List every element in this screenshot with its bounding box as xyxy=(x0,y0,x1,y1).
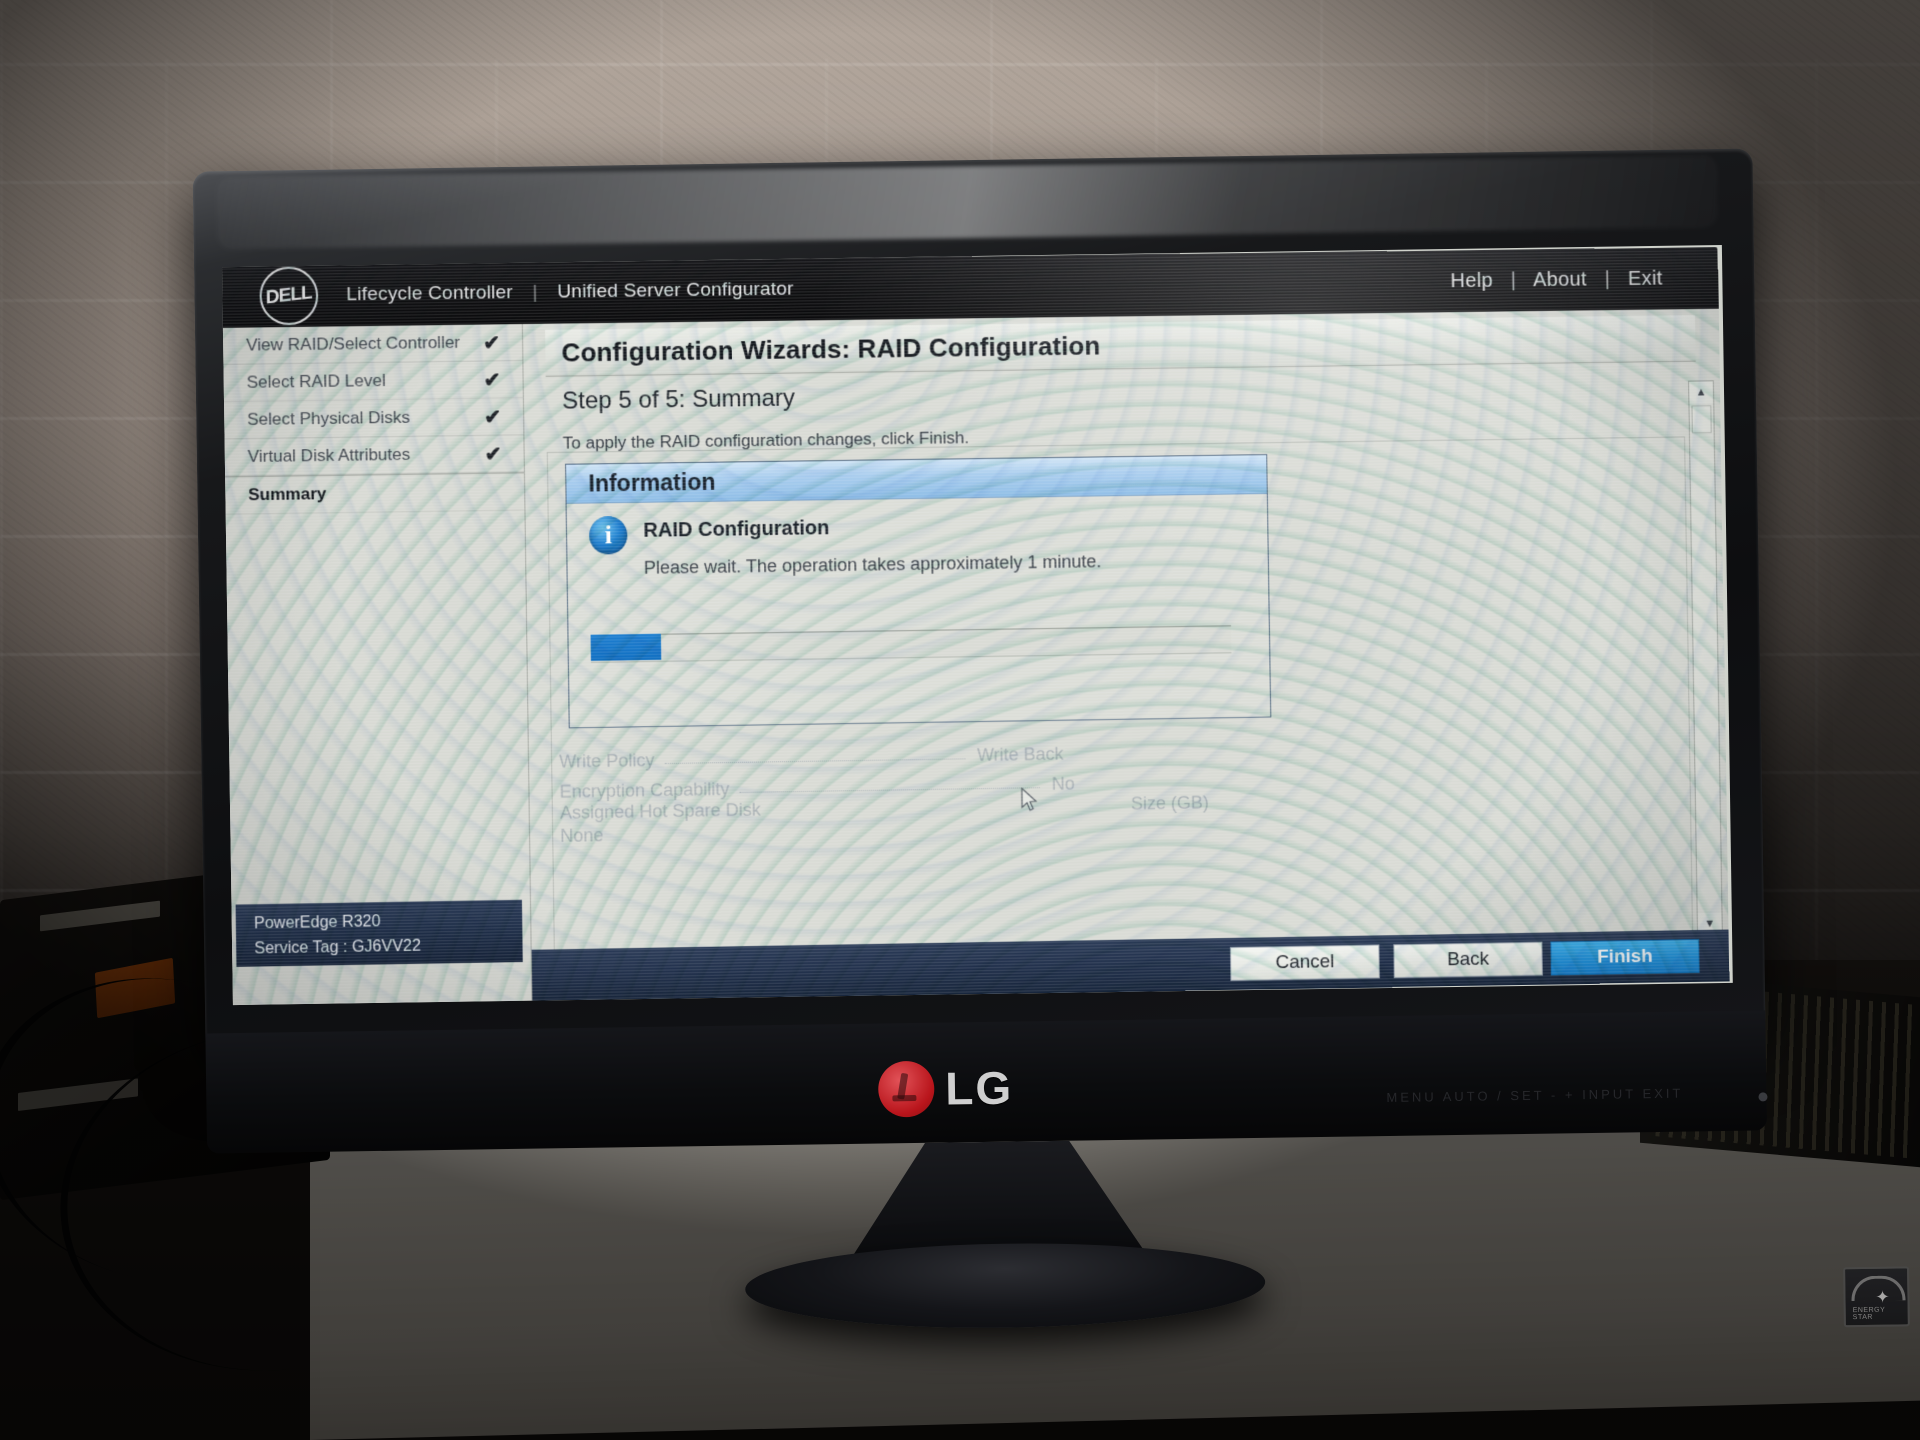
system-info-panel: PowerEdge R320 Service Tag : GJ6VV22 xyxy=(235,899,523,967)
leader-dots xyxy=(664,758,966,764)
power-led-indicator xyxy=(1758,1092,1768,1102)
sidebar-item-label: Virtual Disk Attributes xyxy=(247,444,411,467)
scrollbar-thumb[interactable] xyxy=(1691,405,1712,434)
header-links: Help | About | Exit xyxy=(1450,267,1662,293)
dell-lifecycle-controller-ui: DELL Lifecycle Controller | Unified Serv… xyxy=(222,247,1730,1006)
wizard-step-list: View RAID/Select Controller ✔ Select RAI… xyxy=(222,324,525,515)
wizard-content: Configuration Wizards: RAID Configuratio… xyxy=(522,308,1730,1003)
operation-message: Please wait. The operation takes approxi… xyxy=(643,551,1102,578)
dell-logo-text: DELL xyxy=(265,282,312,309)
step-heading: Step 5 of 5: Summary xyxy=(561,384,796,415)
wizard-footer: Cancel Back Finish xyxy=(531,929,1730,1003)
sidebar-item-label: Select Physical Disks xyxy=(247,407,411,429)
star-icon: ✦ xyxy=(1875,1287,1890,1307)
operation-title: RAID Configuration xyxy=(643,517,830,542)
vertical-scrollbar[interactable]: ▲ ▼ xyxy=(1688,380,1723,937)
lg-brand-logo: LG xyxy=(877,1060,1014,1118)
check-icon: ✔ xyxy=(484,443,502,466)
sidebar-item-summary[interactable]: Summary xyxy=(222,472,525,515)
finish-button[interactable]: Finish xyxy=(1550,939,1700,976)
sidebar-item-label: Select RAID Level xyxy=(246,370,386,392)
energy-star-label: ENERGY STAR xyxy=(1852,1306,1886,1322)
sidebar-item-select-physical-disks[interactable]: Select Physical Disks ✔ xyxy=(222,398,524,440)
photograph-of-monitor: DELL Lifecycle Controller | Unified Serv… xyxy=(0,0,1920,1440)
system-service-tag: Service Tag : GJ6VV22 xyxy=(254,937,422,958)
product-name: Lifecycle Controller xyxy=(346,282,514,306)
leader-dots xyxy=(739,787,1040,793)
progress-bar-fill xyxy=(590,633,662,661)
monitor-bezel: DELL Lifecycle Controller | Unified Serv… xyxy=(192,148,1766,1052)
info-icon xyxy=(588,515,628,555)
instruction-text: To apply the RAID configuration changes,… xyxy=(562,428,970,453)
link-separator-1: | xyxy=(1510,268,1517,291)
cancel-button[interactable]: Cancel xyxy=(1229,944,1380,981)
sidebar-item-select-raid-level[interactable]: Select RAID Level ✔ xyxy=(222,361,523,403)
progress-bar xyxy=(590,625,1232,663)
bezel-highlight xyxy=(216,155,1718,250)
sidebar-item-label: View RAID/Select Controller xyxy=(246,332,461,355)
information-panel: Information RAID Configuration Please wa… xyxy=(565,454,1272,729)
summary-row-label: Encryption Capability xyxy=(559,779,730,802)
page-title: Configuration Wizards: RAID Configuratio… xyxy=(561,330,1101,368)
size-column-header: Size (GB) xyxy=(1130,792,1209,814)
app-branding: Lifecycle Controller | Unified Server Co… xyxy=(346,279,794,307)
check-icon: ✔ xyxy=(484,405,502,429)
sidebar-item-view-raid-select-controller[interactable]: View RAID/Select Controller ✔ xyxy=(222,324,523,366)
lg-logo-text: LG xyxy=(944,1061,1014,1115)
sidebar-item-label: Summary xyxy=(248,484,327,505)
lg-monitor: DELL Lifecycle Controller | Unified Serv… xyxy=(192,148,1910,1332)
dell-logo-icon: DELL xyxy=(259,266,319,326)
exit-link[interactable]: Exit xyxy=(1628,267,1663,289)
sidebar-item-virtual-disk-attributes[interactable]: Virtual Disk Attributes ✔ xyxy=(222,435,524,477)
scroll-up-button[interactable]: ▲ xyxy=(1689,381,1714,404)
check-icon: ✔ xyxy=(482,331,501,355)
page-title-bar: Configuration Wizards: RAID Configuratio… xyxy=(545,314,1696,377)
about-link[interactable]: About xyxy=(1533,268,1587,291)
summary-row-value: Write Back xyxy=(976,743,1064,766)
link-separator-2: | xyxy=(1604,267,1611,290)
module-name: Unified Server Configurator xyxy=(557,278,794,303)
energy-star-sticker: ✦ ENERGY STAR xyxy=(1843,1266,1910,1328)
summary-row-label: Write Policy xyxy=(559,750,655,772)
monitor-screen: DELL Lifecycle Controller | Unified Serv… xyxy=(222,244,1733,1006)
information-panel-title: Information xyxy=(588,468,716,496)
summary-row-value: No xyxy=(1051,773,1075,794)
help-link[interactable]: Help xyxy=(1450,269,1493,291)
back-button[interactable]: Back xyxy=(1393,941,1543,979)
mouse-cursor xyxy=(1021,787,1038,812)
check-icon: ✔ xyxy=(483,368,501,392)
header-separator: | xyxy=(532,281,538,303)
wizard-sidebar: View RAID/Select Controller ✔ Select RAI… xyxy=(222,324,533,1006)
information-panel-header: Information xyxy=(566,455,1267,504)
summary-attribute-list: Write Policy Write Back Encryption Capab… xyxy=(559,731,1321,847)
lg-face-icon xyxy=(877,1060,935,1118)
